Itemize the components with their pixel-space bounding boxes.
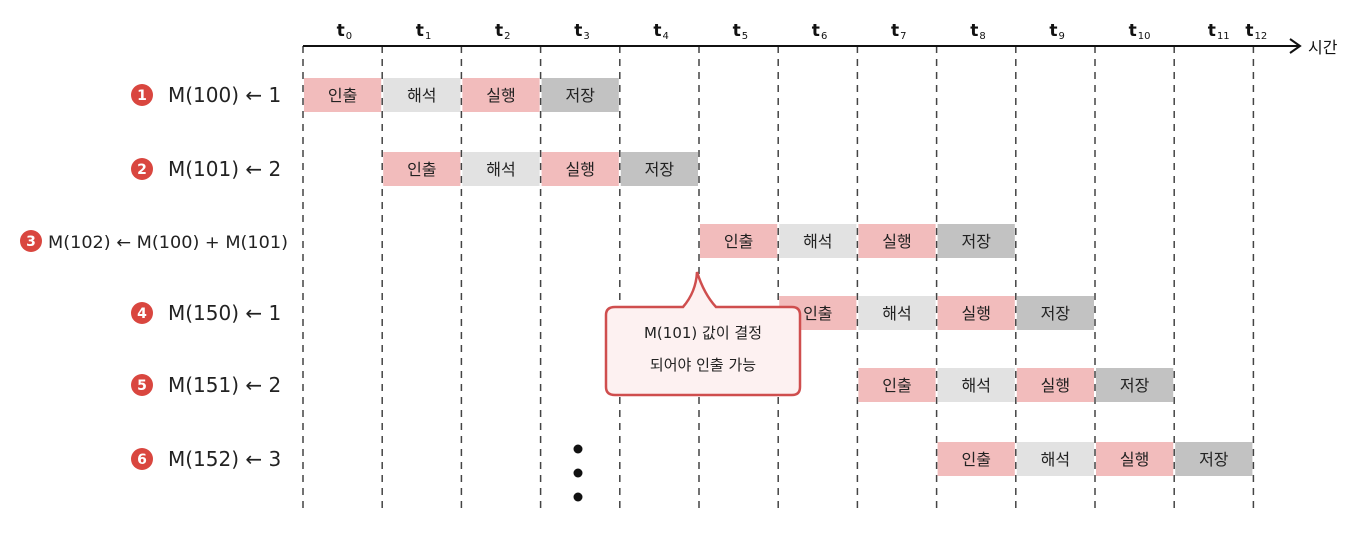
time-tick-label: t1	[416, 21, 432, 42]
time-tick-label: t4	[653, 21, 669, 42]
time-ticks: t0 t1 t2 t3 t4 t5 t6 t7 t8 t9 t10 t11 t12	[337, 21, 1268, 42]
store-stage-label: 저장	[1041, 304, 1071, 323]
time-tick-label: t0	[337, 21, 353, 42]
time-tick-label: t7	[891, 21, 907, 42]
execute-stage-label: 실행	[1041, 376, 1070, 395]
execute-stage-label: 실행	[486, 86, 515, 105]
fetch-stage-label: 인출	[961, 450, 990, 469]
ellipsis-dot	[573, 444, 583, 454]
instruction-text: M(102) ← M(100) + M(101)	[48, 233, 288, 253]
time-tick-label: t6	[812, 21, 828, 42]
instruction-row: 1 M(100) ← 1 인출 해석 실행 저장	[131, 78, 619, 112]
time-tick-label: t11	[1208, 21, 1230, 42]
execute-stage-label: 실행	[882, 232, 911, 251]
store-stage-label: 저장	[565, 86, 595, 105]
store-stage-label: 저장	[1199, 450, 1229, 469]
instruction-number: 3	[26, 234, 36, 250]
instruction-text: M(151) ← 2	[168, 373, 281, 397]
instruction-number: 2	[137, 162, 147, 178]
instruction-row: 2 M(101) ← 2 인출 해석 실행 저장	[131, 152, 698, 186]
time-tick-label: t12	[1245, 21, 1267, 42]
time-tick-label: t5	[733, 21, 749, 42]
pipeline-diagram: 시간 t0 t1 t2 t3 t4 t5 t6 t7 t8 t9 t10 t11 t12 1 M(100)…	[20, 21, 1338, 512]
time-tick-label: t3	[574, 21, 590, 42]
instruction-row: 3 M(102) ← M(100) + M(101) 인출 해석 실행 저장	[20, 224, 1015, 258]
dependency-note: M(101) 값이 결정 되어야 인출 가능	[604, 271, 802, 397]
fetch-stage-label: 인출	[724, 232, 753, 251]
instruction-text: M(152) ← 3	[168, 447, 281, 471]
instruction-number: 6	[137, 452, 147, 468]
instruction-number: 4	[137, 306, 147, 322]
fetch-stage-label: 인출	[407, 160, 436, 179]
decode-stage-label: 해석	[803, 232, 832, 251]
execute-stage-label: 실행	[565, 160, 594, 179]
fetch-stage-label: 인출	[803, 304, 832, 323]
instruction-row: 6 M(152) ← 3 인출 해석 실행 저장	[131, 442, 1253, 476]
decode-stage-label: 해석	[1041, 450, 1070, 469]
instruction-text: M(150) ← 1	[168, 301, 281, 325]
store-stage-label: 저장	[645, 160, 675, 179]
instruction-text: M(100) ← 1	[168, 83, 281, 107]
time-axis-label: 시간	[1308, 38, 1338, 57]
note-line-2: 되어야 인출 가능	[650, 356, 756, 374]
note-line-1: M(101) 값이 결정	[644, 324, 762, 342]
decode-stage-label: 해석	[961, 376, 990, 395]
instruction-text: M(101) ← 2	[168, 157, 281, 181]
instruction-number: 1	[137, 88, 147, 104]
instruction-number: 5	[137, 378, 147, 394]
time-tick-label: t10	[1129, 21, 1151, 42]
continuation-dots	[573, 444, 583, 502]
ellipsis-dot	[573, 468, 583, 478]
instruction-rows: 1 M(100) ← 1 인출 해석 실행 저장2 M(101) ← 2 인출 해석 실행 저장3 M…	[20, 78, 1253, 476]
fetch-stage-label: 인출	[328, 86, 357, 105]
time-tick-label: t9	[1049, 21, 1065, 42]
decode-stage-label: 해석	[882, 304, 911, 323]
execute-stage-label: 실행	[1120, 450, 1149, 469]
store-stage-label: 저장	[961, 232, 991, 251]
decode-stage-label: 해석	[486, 160, 515, 179]
time-tick-label: t2	[495, 21, 511, 42]
ellipsis-dot	[573, 492, 583, 502]
time-tick-label: t8	[970, 21, 986, 42]
decode-stage-label: 해석	[407, 86, 436, 105]
execute-stage-label: 실행	[961, 304, 990, 323]
store-stage-label: 저장	[1120, 376, 1150, 395]
fetch-stage-label: 인출	[882, 376, 911, 395]
